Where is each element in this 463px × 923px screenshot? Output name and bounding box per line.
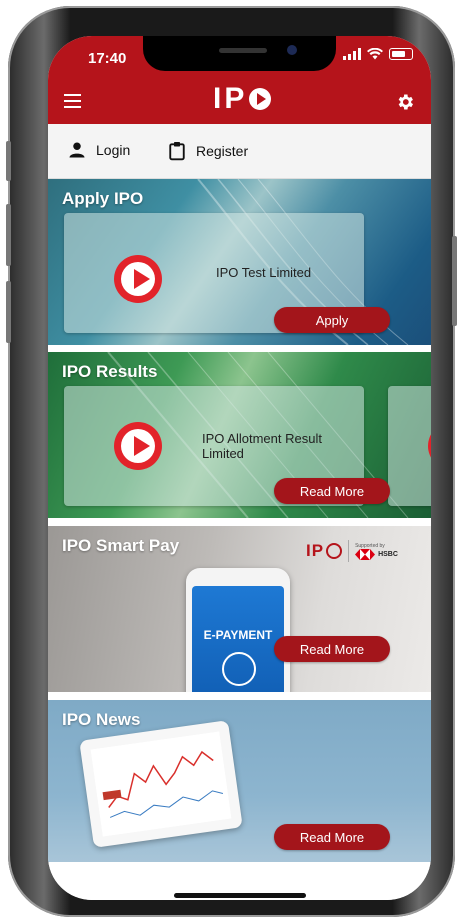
tablet-illustration [79, 720, 243, 848]
menu-icon[interactable] [64, 94, 81, 112]
hsbc-text: HSBC [378, 550, 398, 558]
phone-screen: 17:40 IP Login Register Apply IPO IPO Te… [48, 36, 431, 900]
signal-icon [343, 48, 361, 60]
notch [143, 36, 336, 71]
read-more-button[interactable]: Read More [274, 824, 390, 850]
mute-switch [6, 141, 11, 181]
app-bar: 17:40 IP [48, 36, 431, 124]
register-link[interactable]: Register [168, 141, 248, 161]
phone-illustration: E-PAYMENT [186, 568, 290, 692]
ipo-hsbc-logo: IP Supported by HSBC [306, 540, 398, 562]
stock-chart-illustration [90, 731, 232, 837]
apply-ipo-section: Apply IPO IPO Test Limited Apply [48, 179, 431, 345]
epayment-text: E-PAYMENT [203, 628, 273, 642]
app-logo: IP [213, 82, 272, 116]
result-name: IPO Allotment Result Limited [202, 431, 322, 461]
logo-play-icon [326, 543, 343, 559]
power-button [452, 236, 457, 326]
speaker-grille [219, 48, 267, 53]
home-indicator[interactable] [174, 893, 306, 898]
person-icon [69, 142, 85, 158]
volume-down-button [6, 281, 11, 343]
ipo-results-section: IPO Results IPO Allotment Result Limited… [48, 352, 431, 518]
auth-bar: Login Register [48, 124, 431, 179]
read-more-button[interactable]: Read More [274, 478, 390, 504]
hsbc-hexagon-icon [355, 548, 376, 560]
phone-illustration-screen: E-PAYMENT [192, 586, 284, 692]
battery-icon [389, 48, 413, 60]
result-card-next[interactable] [388, 386, 431, 506]
logo-text: IP [213, 82, 248, 115]
hsbc-block: Supported by HSBC [355, 543, 398, 560]
play-icon [114, 422, 162, 470]
gear-icon[interactable] [395, 92, 415, 112]
logo-divider [348, 540, 350, 562]
payment-icon [222, 652, 256, 686]
login-label: Login [96, 142, 131, 158]
register-label: Register [196, 143, 249, 159]
volume-up-button [6, 204, 11, 266]
ipo-name: IPO Test Limited [216, 265, 312, 280]
status-time: 17:40 [88, 50, 127, 67]
logo-play-icon [249, 88, 272, 110]
play-icon [428, 422, 431, 470]
status-icons [343, 48, 413, 60]
front-camera [287, 45, 297, 55]
apply-button[interactable]: Apply [274, 307, 390, 333]
section-title: IPO News [62, 710, 141, 729]
wifi-icon [367, 48, 383, 60]
section-title: Apply IPO [62, 189, 144, 208]
play-icon [114, 255, 162, 303]
smartpay-logo-text: IP [306, 541, 325, 560]
section-title: IPO Results [62, 362, 158, 381]
phone-frame: 17:40 IP Login Register Apply IPO IPO Te… [6, 6, 457, 917]
clipboard-icon [169, 142, 185, 161]
read-more-button[interactable]: Read More [274, 636, 390, 662]
ipo-news-section: IPO News Read More [48, 700, 431, 862]
login-link[interactable]: Login [68, 141, 130, 159]
section-title: IPO Smart Pay [62, 536, 180, 555]
smart-pay-section: IPO Smart Pay IP Supported by HSBC E-PAY… [48, 526, 431, 692]
